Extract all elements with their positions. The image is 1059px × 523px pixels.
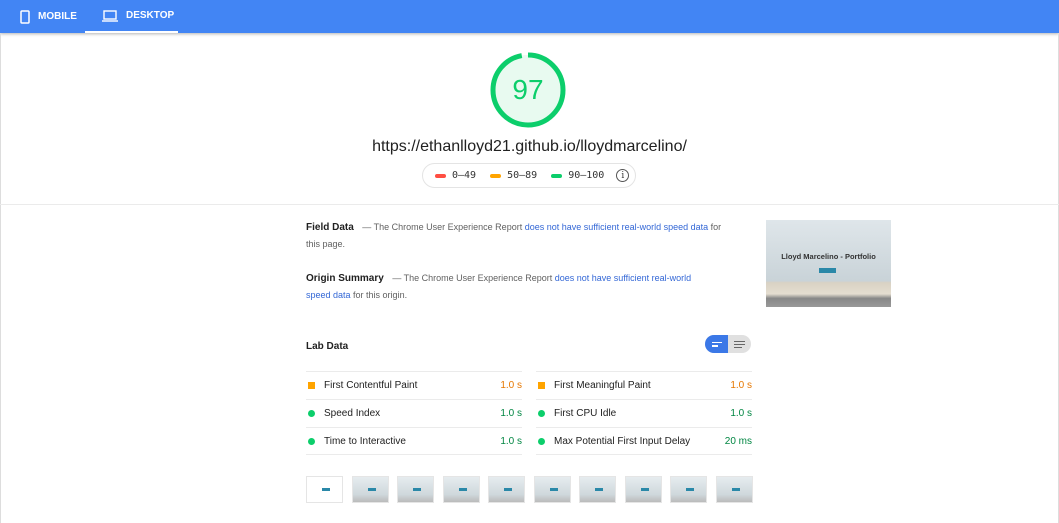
filmstrip (306, 476, 753, 503)
pass-circle-icon (308, 437, 315, 445)
page-screenshot: Lloyd Marcelino - Portfolio (766, 220, 891, 307)
divider (0, 204, 1059, 205)
filmstrip-frame (715, 476, 753, 503)
tested-url: https://ethanlloyd21.github.io/lloydmarc… (372, 138, 687, 155)
field-data-title: Field Data (306, 222, 354, 233)
metrics-view-toggle[interactable] (705, 335, 751, 353)
metric-value: 1.0 s (500, 435, 522, 447)
metric-label: First Meaningful Paint (554, 380, 651, 391)
metric-row: Speed Index 1.0 s (306, 399, 522, 427)
legend-average-swatch (490, 173, 502, 178)
origin-summary-title: Origin Summary (306, 273, 384, 284)
compact-view-icon[interactable] (705, 335, 728, 353)
filmstrip-frame (397, 476, 434, 503)
filmstrip-frame (624, 476, 662, 503)
expanded-view-icon[interactable] (728, 335, 751, 353)
field-data-link[interactable]: does not have sufficient real-world spee… (525, 222, 708, 232)
filmstrip-frame (533, 476, 571, 503)
legend-pass: 90–100 (551, 170, 604, 181)
pass-circle-icon (308, 410, 315, 417)
metric-row: Time to Interactive 1.0 s (306, 427, 522, 455)
metric-label: Time to Interactive (324, 435, 406, 447)
pass-circle-icon (538, 410, 545, 417)
metric-label: First CPU Idle (554, 408, 617, 419)
legend-average-label: 50–89 (507, 170, 538, 181)
tab-desktop[interactable]: DESKTOP (85, 0, 178, 33)
legend-fail: 0–49 (435, 170, 476, 181)
device-tab-bar: MOBILE DESKTOP (0, 0, 1059, 33)
legend-fail-swatch (435, 173, 446, 178)
metric-row: First Contentful Paint 1.0 s (306, 371, 522, 399)
filmstrip-frame (579, 476, 616, 503)
average-square-icon (308, 382, 315, 389)
phone-icon (20, 9, 30, 24)
metric-row: First CPU Idle 1.0 s (536, 399, 752, 427)
metric-value: 20 ms (724, 435, 752, 447)
filmstrip-frame (351, 476, 389, 503)
tab-mobile-label: MOBILE (38, 11, 77, 22)
filmstrip-frame (670, 476, 707, 503)
legend-average: 50–89 (490, 170, 537, 181)
screenshot-title: Lloyd Marcelino - Portfolio (781, 252, 876, 261)
origin-summary-text: — The Chrome User Experience Report (389, 273, 555, 283)
legend-fail-label: 0–49 (452, 170, 477, 181)
metric-value: 1.0 s (730, 408, 752, 419)
average-square-icon (538, 382, 545, 389)
legend-pass-label: 90–100 (568, 170, 605, 181)
metric-row: First Meaningful Paint 1.0 s (536, 371, 752, 399)
lab-metrics: First Contentful Paint 1.0 s First Meaning… (306, 371, 752, 455)
metric-label: First Contentful Paint (324, 380, 418, 391)
metric-value: 1.0 s (500, 408, 522, 419)
filmstrip-frame (442, 476, 480, 503)
metric-label: Speed Index (324, 408, 381, 419)
metric-value: 1.0 s (730, 380, 752, 391)
legend-pass-swatch (551, 173, 563, 178)
screenshot-button (819, 268, 836, 273)
metric-label: Max Potential First Input Delay (554, 435, 691, 447)
score-legend: 0–49 50–89 90–100 i (422, 163, 636, 188)
field-data-text: — The Chrome User Experience Report (359, 222, 525, 232)
performance-score: 97 (512, 74, 544, 105)
tab-desktop-label: DESKTOP (126, 10, 175, 21)
metric-value: 1.0 s (500, 380, 522, 391)
tab-mobile[interactable]: MOBILE (20, 0, 80, 33)
pass-circle-icon (538, 437, 545, 445)
lab-data-title: Lab Data (306, 341, 349, 352)
info-icon[interactable]: i (616, 169, 630, 182)
filmstrip-frame (306, 476, 343, 503)
origin-summary-text-end: for this origin. (350, 290, 408, 300)
laptop-icon (102, 9, 118, 22)
origin-summary-section: Origin Summary — The Chrome User Experie… (306, 270, 716, 303)
field-data-section: Field Data — The Chrome User Experience … (306, 219, 726, 252)
metric-row: Max Potential First Input Delay 20 ms (536, 427, 752, 455)
filmstrip-frame (488, 476, 525, 503)
